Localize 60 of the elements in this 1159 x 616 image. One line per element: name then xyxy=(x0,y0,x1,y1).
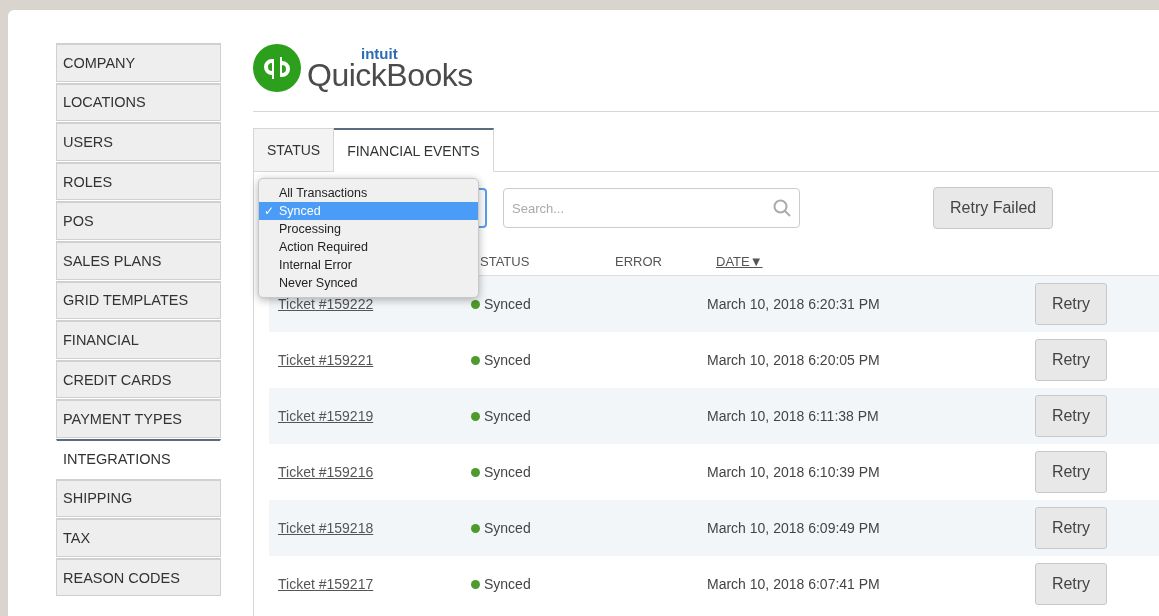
sidebar-item[interactable]: POS xyxy=(56,201,221,240)
date-cell-text: March 10, 2018 6:09:49 PM xyxy=(707,520,881,536)
search-field[interactable]: Search... xyxy=(503,188,800,228)
status-text: Synced xyxy=(484,576,531,592)
column-header: ERROR xyxy=(615,254,663,269)
sidebar-item[interactable]: SHIPPING xyxy=(56,478,221,518)
menu-option[interactable]: Processing xyxy=(259,220,478,238)
retry-failed-button[interactable]: Retry Failed xyxy=(933,187,1054,229)
option-label: Action Required xyxy=(279,240,368,254)
date-cell-text: March 10, 2018 6:20:31 PM xyxy=(707,296,881,312)
ticket-link[interactable]: Ticket #159221 xyxy=(269,352,471,368)
ticket-link[interactable]: Ticket #159222 xyxy=(269,296,471,312)
menu-option[interactable]: Action Required xyxy=(259,238,478,256)
ticket-link[interactable]: Ticket #159216 xyxy=(269,464,471,480)
menu-option[interactable]: Internal Error xyxy=(259,256,478,274)
retry-button[interactable]: Retry xyxy=(1035,395,1107,437)
search-icon xyxy=(773,199,791,217)
date-cell-text: March 10, 2018 6:20:05 PM xyxy=(707,352,881,368)
option-label: All Transactions xyxy=(279,186,368,200)
menu-option[interactable]: All Transactions xyxy=(259,184,478,202)
option-label: Internal Error xyxy=(279,258,352,272)
sidebar-item[interactable]: GRID TEMPLATES xyxy=(56,280,221,320)
check-icon: ✓ xyxy=(259,204,279,218)
retry-button[interactable]: Retry xyxy=(1035,507,1107,549)
sidebar-item[interactable]: REASON CODES xyxy=(56,557,221,597)
ticket-link[interactable]: Ticket #159219 xyxy=(269,408,471,424)
date-cell-text: March 10, 2018 6:10:39 PM xyxy=(707,464,881,480)
column-header[interactable]: DATE▼ xyxy=(716,254,916,269)
logo-icon xyxy=(253,44,301,92)
status-text: Synced xyxy=(484,296,531,312)
sidebar-item[interactable]: COMPANY xyxy=(56,43,221,82)
column-header: STATUS xyxy=(480,254,531,269)
tab[interactable]: FINANCIAL EVENTS xyxy=(334,128,494,172)
date-cell-text: March 10, 2018 6:07:41 PM xyxy=(707,576,881,592)
sidebar-item[interactable]: USERS xyxy=(56,122,221,161)
sidebar-item[interactable]: FINANCIAL xyxy=(56,320,221,359)
retry-button[interactable]: Retry xyxy=(1035,283,1107,325)
date-cell-text: March 10, 2018 6:11:38 PM xyxy=(707,408,880,424)
sidebar-item[interactable]: ROLES xyxy=(56,161,221,201)
sidebar-item[interactable]: SALES PLANS xyxy=(56,240,221,280)
status-text: Synced xyxy=(484,408,531,424)
ticket-link[interactable]: Ticket #159218 xyxy=(269,520,471,536)
option-label: Processing xyxy=(279,222,341,236)
sidebar-item[interactable]: CREDIT CARDS xyxy=(56,359,221,399)
sidebar-item[interactable]: PAYMENT TYPES xyxy=(56,399,221,438)
status-text: Synced xyxy=(484,464,531,480)
status-text: Synced xyxy=(484,520,531,536)
product-name: QuickBooks xyxy=(307,58,473,91)
tab[interactable]: STATUS xyxy=(253,128,335,172)
brand-name: intuit xyxy=(361,45,399,61)
sidebar-item[interactable]: LOCATIONS xyxy=(56,82,221,122)
retry-button[interactable]: Retry xyxy=(1035,451,1107,493)
ticket-link[interactable]: Ticket #159217 xyxy=(269,576,471,592)
sidebar-item[interactable]: TAX xyxy=(56,518,221,557)
status-text: Synced xyxy=(484,352,531,368)
menu-option[interactable]: Never Synced xyxy=(259,274,478,292)
option-label: Synced xyxy=(279,204,321,218)
retry-button[interactable]: Retry xyxy=(1035,339,1107,381)
option-label: Never Synced xyxy=(279,276,358,290)
retry-button[interactable]: Retry xyxy=(1035,563,1107,605)
